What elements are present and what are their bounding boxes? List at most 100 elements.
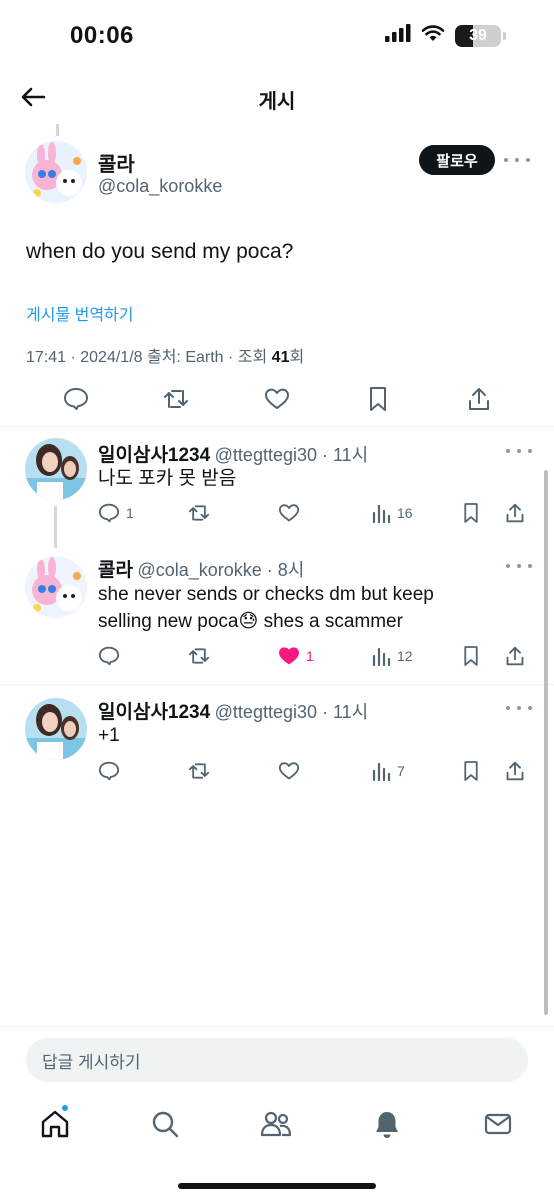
share-button[interactable]: [463, 384, 495, 414]
bookmark-button[interactable]: [362, 384, 394, 414]
reply-button[interactable]: [98, 760, 120, 782]
thread-connector: [54, 506, 57, 548]
like-button[interactable]: [261, 384, 293, 414]
translate-link[interactable]: 게시물 번역하기: [26, 301, 134, 325]
reply-author-name[interactable]: 일이삼사1234: [98, 702, 210, 723]
bookmark-icon: [464, 761, 478, 781]
view-count: 12: [397, 648, 413, 664]
page-title: 게시: [258, 91, 296, 113]
share-button[interactable]: [505, 760, 525, 782]
like-button[interactable]: 1: [278, 645, 314, 667]
repost-button[interactable]: [187, 645, 211, 667]
views-button[interactable]: 7: [371, 760, 405, 782]
views-button[interactable]: 16: [371, 502, 413, 524]
avatar-illustration: [25, 141, 87, 203]
reply-composer-input[interactable]: 답글 게시하기: [26, 1038, 528, 1082]
divider: [0, 1026, 554, 1027]
reply-header: 일이삼사1234 @ttegttegi30 · 11시: [98, 697, 368, 724]
reply-text: 나도 포카 못 받음: [98, 468, 237, 489]
post-meta-suffix: 회: [289, 349, 305, 366]
reply-text-line: she never sends or checks dm but keep: [98, 584, 434, 605]
post-meta: 17:41 · 2024/1/8 출처: Earth · 조회 41회: [26, 343, 304, 367]
share-icon: [469, 388, 489, 410]
tab-notifications[interactable]: [367, 1104, 407, 1144]
share-icon: [506, 646, 524, 666]
heart-icon: [278, 504, 300, 522]
scrollbar[interactable]: [544, 470, 548, 1015]
analytics-icon: [372, 647, 391, 666]
post-meta-prefix: 17:41 · 2024/1/8 출처: Earth · 조회: [26, 349, 272, 366]
repost-icon: [188, 505, 210, 521]
more-icon[interactable]: [504, 152, 530, 168]
share-button[interactable]: [505, 645, 525, 667]
bookmark-button[interactable]: [462, 760, 480, 782]
reply-text: +1: [98, 725, 120, 746]
heart-icon: [265, 388, 289, 409]
like-button[interactable]: [278, 760, 300, 782]
battery-icon: 39: [455, 24, 501, 47]
avatar[interactable]: [25, 556, 87, 618]
reply-button[interactable]: [98, 645, 120, 667]
post-text: when do you send my poca?: [26, 240, 294, 263]
analytics-icon: [372, 504, 391, 523]
view-count: 16: [397, 505, 413, 521]
repost-button[interactable]: [187, 760, 211, 782]
status-time: 00:06: [70, 22, 134, 49]
reply-text-line: selling new poca😓 shes a scammer: [98, 611, 403, 632]
tab-messages[interactable]: [478, 1104, 518, 1144]
repost-icon: [188, 648, 210, 664]
heart-filled-icon: [279, 647, 299, 665]
repost-button[interactable]: [187, 502, 211, 524]
thread-connector: [56, 124, 59, 136]
heart-icon: [278, 762, 300, 780]
more-icon[interactable]: [506, 558, 532, 574]
bookmark-button[interactable]: [462, 645, 480, 667]
home-icon: [41, 1110, 69, 1138]
avatar-photo: [25, 438, 87, 500]
reply-handle-time[interactable]: @cola_korokke · 8시: [137, 560, 304, 580]
share-button[interactable]: [505, 502, 525, 524]
bookmark-button[interactable]: [462, 502, 480, 524]
author-name[interactable]: 콜라: [98, 148, 135, 177]
reply-button[interactable]: [60, 384, 92, 414]
follow-button[interactable]: 팔로우: [419, 145, 495, 175]
avatar[interactable]: [25, 141, 87, 203]
analytics-icon: [372, 762, 391, 781]
views-button[interactable]: 12: [371, 645, 413, 667]
reply-handle-time[interactable]: @ttegttegi30 · 11시: [215, 445, 369, 465]
author-handle[interactable]: @cola_korokke: [98, 176, 222, 197]
battery-level: 39: [469, 26, 487, 44]
comment-icon: [64, 388, 88, 410]
divider: [0, 426, 554, 427]
tab-home[interactable]: [35, 1104, 75, 1144]
avatar-photo: [25, 698, 87, 760]
reply-author-name[interactable]: 콜라: [98, 560, 133, 581]
repost-button[interactable]: [160, 384, 192, 414]
avatar[interactable]: [25, 698, 87, 760]
tab-communities[interactable]: [256, 1104, 296, 1144]
reply-handle-time[interactable]: @ttegttegi30 · 11시: [215, 702, 369, 722]
wifi-icon: [421, 24, 445, 47]
more-icon[interactable]: [506, 700, 532, 716]
reply-author-name[interactable]: 일이삼사1234: [98, 445, 210, 466]
home-indicator: [178, 1183, 376, 1189]
bookmark-icon: [464, 503, 478, 523]
comment-icon: [98, 503, 120, 523]
battery-tip: [503, 31, 506, 40]
comment-icon: [98, 761, 120, 781]
bookmark-icon: [464, 646, 478, 666]
messages-icon: [484, 1113, 512, 1135]
share-icon: [506, 503, 524, 523]
reply-count: 1: [126, 505, 134, 521]
tab-search[interactable]: [145, 1104, 185, 1144]
reply-header: 일이삼사1234 @ttegttegi30 · 11시: [98, 440, 368, 467]
communities-icon: [260, 1111, 292, 1137]
more-icon[interactable]: [506, 443, 532, 459]
avatar-illustration: [25, 556, 87, 618]
status-icons: 39: [385, 24, 506, 47]
notifications-icon: [376, 1112, 398, 1138]
reply-button[interactable]: 1: [98, 502, 134, 524]
comment-icon: [98, 646, 120, 666]
avatar[interactable]: [25, 438, 87, 500]
like-button[interactable]: [278, 502, 300, 524]
